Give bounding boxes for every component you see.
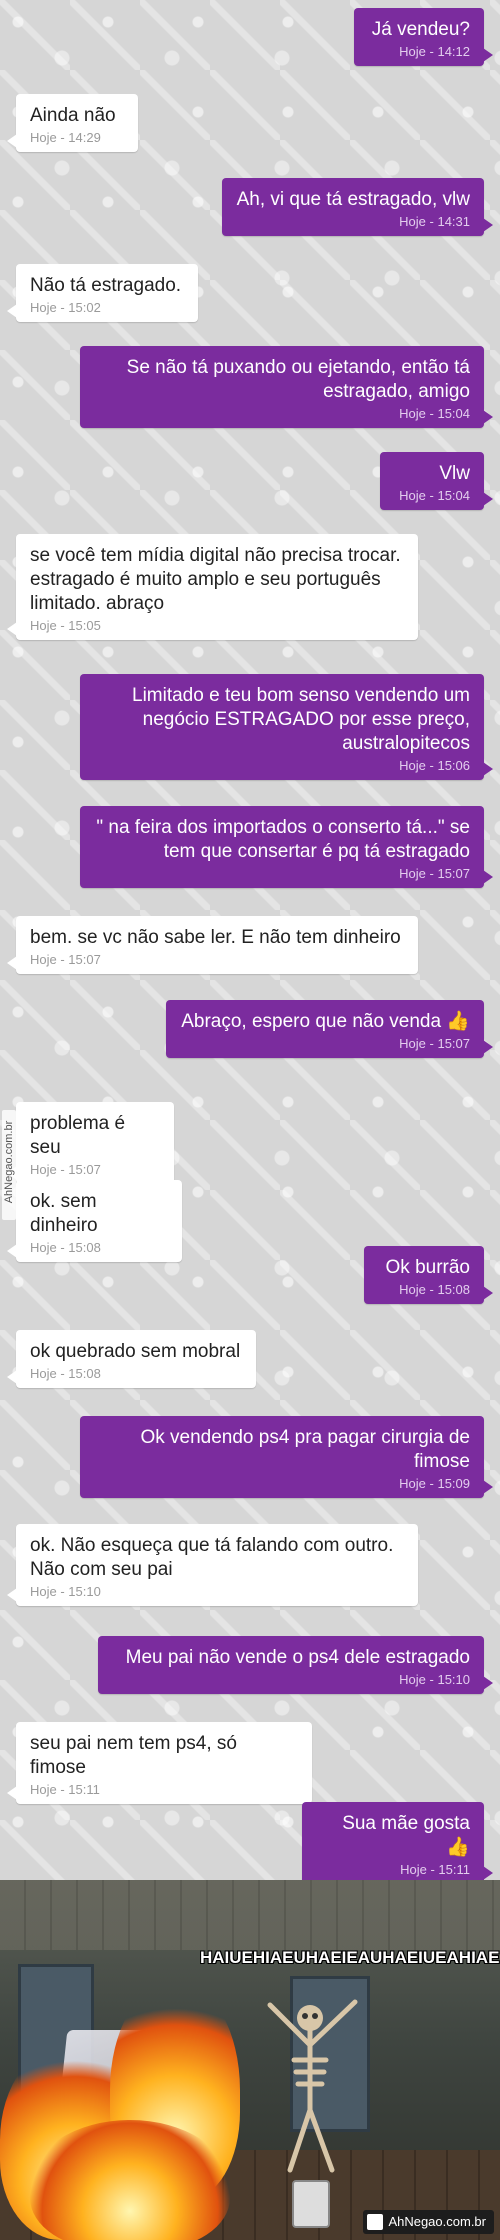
message-time: Hoje - 15:07: [399, 866, 470, 881]
message-time: Hoje - 15:05: [30, 618, 101, 633]
message-text: problema é seu: [30, 1113, 126, 1158]
message-time: Hoje - 15:10: [399, 1672, 470, 1687]
message-text: Vlw: [439, 463, 470, 484]
message-bubble: " na feira dos importados o conserto tá.…: [80, 806, 493, 888]
message-time: Hoje - 14:31: [399, 214, 470, 229]
message-time: Hoje - 15:11: [400, 1862, 470, 1877]
logo-text: AhNegao.com.br: [388, 2214, 486, 2229]
side-watermark-text: AhNegao.com.br: [3, 1120, 15, 1204]
message-text: Já vendeu?: [371, 19, 470, 40]
message-time: Hoje - 14:29: [30, 130, 101, 145]
message-text: Ok burrão: [385, 1257, 470, 1278]
message-text: Meu pai não vende o ps4 dele estragado: [125, 1647, 470, 1668]
side-watermark: AhNegao.com.br: [2, 1110, 16, 1220]
message-bubble: Ah, vi que tá estragado, vlw Hoje - 14:3…: [222, 178, 493, 236]
phone-on-floor: [292, 2180, 330, 2228]
message-time: Hoje - 15:10: [30, 1584, 101, 1599]
message-text: bem. se vc não sabe ler. E não tem dinhe…: [30, 927, 401, 948]
message-text: Ah, vi que tá estragado, vlw: [236, 189, 470, 210]
ceiling-beams: [0, 1880, 500, 1950]
logo-icon: [367, 2214, 384, 2230]
message-time: Hoje - 15:08: [30, 1366, 101, 1381]
message-bubble: Ok vendendo ps4 pra pagar cirurgia de fi…: [80, 1416, 493, 1498]
message-bubble: Sua mãe gosta 👍 Hoje - 15:11: [302, 1802, 493, 1880]
message-text: Sua mãe gosta 👍: [342, 1813, 470, 1858]
message-text: Abraço, espero que não venda 👍: [181, 1011, 470, 1032]
message-text: seu pai nem tem ps4, só fimose: [30, 1733, 237, 1778]
message-text: Não tá estragado.: [30, 275, 182, 296]
message-bubble: seu pai nem tem ps4, só fimose Hoje - 15…: [7, 1722, 312, 1804]
message-bubble: Já vendeu? Hoje - 14:12: [354, 8, 493, 66]
message-bubble: Se não tá puxando ou ejetando, então tá …: [80, 346, 493, 428]
message-bubble: se você tem mídia digital não precisa tr…: [7, 534, 418, 640]
message-bubble: Ok burrão Hoje - 15:08: [364, 1246, 493, 1304]
message-bubble: Vlw Hoje - 15:04: [380, 452, 493, 510]
message-time: Hoje - 15:07: [30, 1162, 101, 1177]
message-text: ok quebrado sem mobral: [30, 1341, 241, 1362]
message-time: Hoje - 15:08: [399, 1282, 470, 1297]
message-bubble: ok quebrado sem mobral Hoje - 15:08: [7, 1330, 256, 1388]
message-text: se você tem mídia digital não precisa tr…: [30, 545, 401, 614]
message-time: Hoje - 15:06: [399, 758, 470, 773]
message-time: Hoje - 15:11: [30, 1782, 100, 1797]
message-text: Ainda não: [30, 105, 116, 126]
message-text: Ok vendendo ps4 pra pagar cirurgia de fi…: [140, 1427, 470, 1472]
meme-caption: HAIUEHIAEUHAEIEAUHAEIUEAHIAE: [200, 1948, 500, 1967]
message-text: " na feira dos importados o conserto tá.…: [96, 817, 470, 862]
message-bubble: Abraço, espero que não venda 👍 Hoje - 15…: [166, 1000, 493, 1058]
message-bubble: ok. Não esqueça que tá falando com outro…: [7, 1524, 418, 1606]
chat-area: Já vendeu? Hoje - 14:12 Ainda não Hoje -…: [0, 0, 500, 1880]
fire: [30, 2120, 230, 2240]
message-bubble: Ainda não Hoje - 14:29: [7, 94, 138, 152]
message-text: Limitado e teu bom senso vendendo um neg…: [132, 685, 470, 754]
message-time: Hoje - 15:02: [30, 300, 101, 315]
message-text: Se não tá puxando ou ejetando, então tá …: [126, 357, 470, 402]
message-time: Hoje - 15:07: [30, 952, 101, 967]
message-time: Hoje - 15:04: [399, 406, 470, 421]
message-bubble: Não tá estragado. Hoje - 15:02: [7, 264, 198, 322]
message-bubble: problema é seu Hoje - 15:07: [7, 1102, 174, 1184]
message-time: Hoje - 15:07: [399, 1036, 470, 1051]
message-bubble: Meu pai não vende o ps4 dele estragado H…: [98, 1636, 493, 1694]
skeleton-figure: [267, 1999, 358, 2173]
message-time: Hoje - 15:08: [30, 1240, 101, 1255]
site-logo: AhNegao.com.br: [363, 2210, 494, 2234]
meme-image: HAIUEHIAEUHAEIEAUHAEIUEAHIAE AhNegao.com…: [0, 1880, 500, 2240]
message-bubble: Limitado e teu bom senso vendendo um neg…: [80, 674, 493, 780]
message-bubble: ok. sem dinheiro Hoje - 15:08: [7, 1180, 182, 1262]
message-time: Hoje - 15:09: [399, 1476, 470, 1491]
message-bubble: bem. se vc não sabe ler. E não tem dinhe…: [7, 916, 418, 974]
message-text: ok. Não esqueça que tá falando com outro…: [30, 1535, 394, 1580]
message-time: Hoje - 15:04: [399, 488, 470, 503]
message-text: ok. sem dinheiro: [30, 1191, 98, 1236]
message-time: Hoje - 14:12: [399, 44, 470, 59]
